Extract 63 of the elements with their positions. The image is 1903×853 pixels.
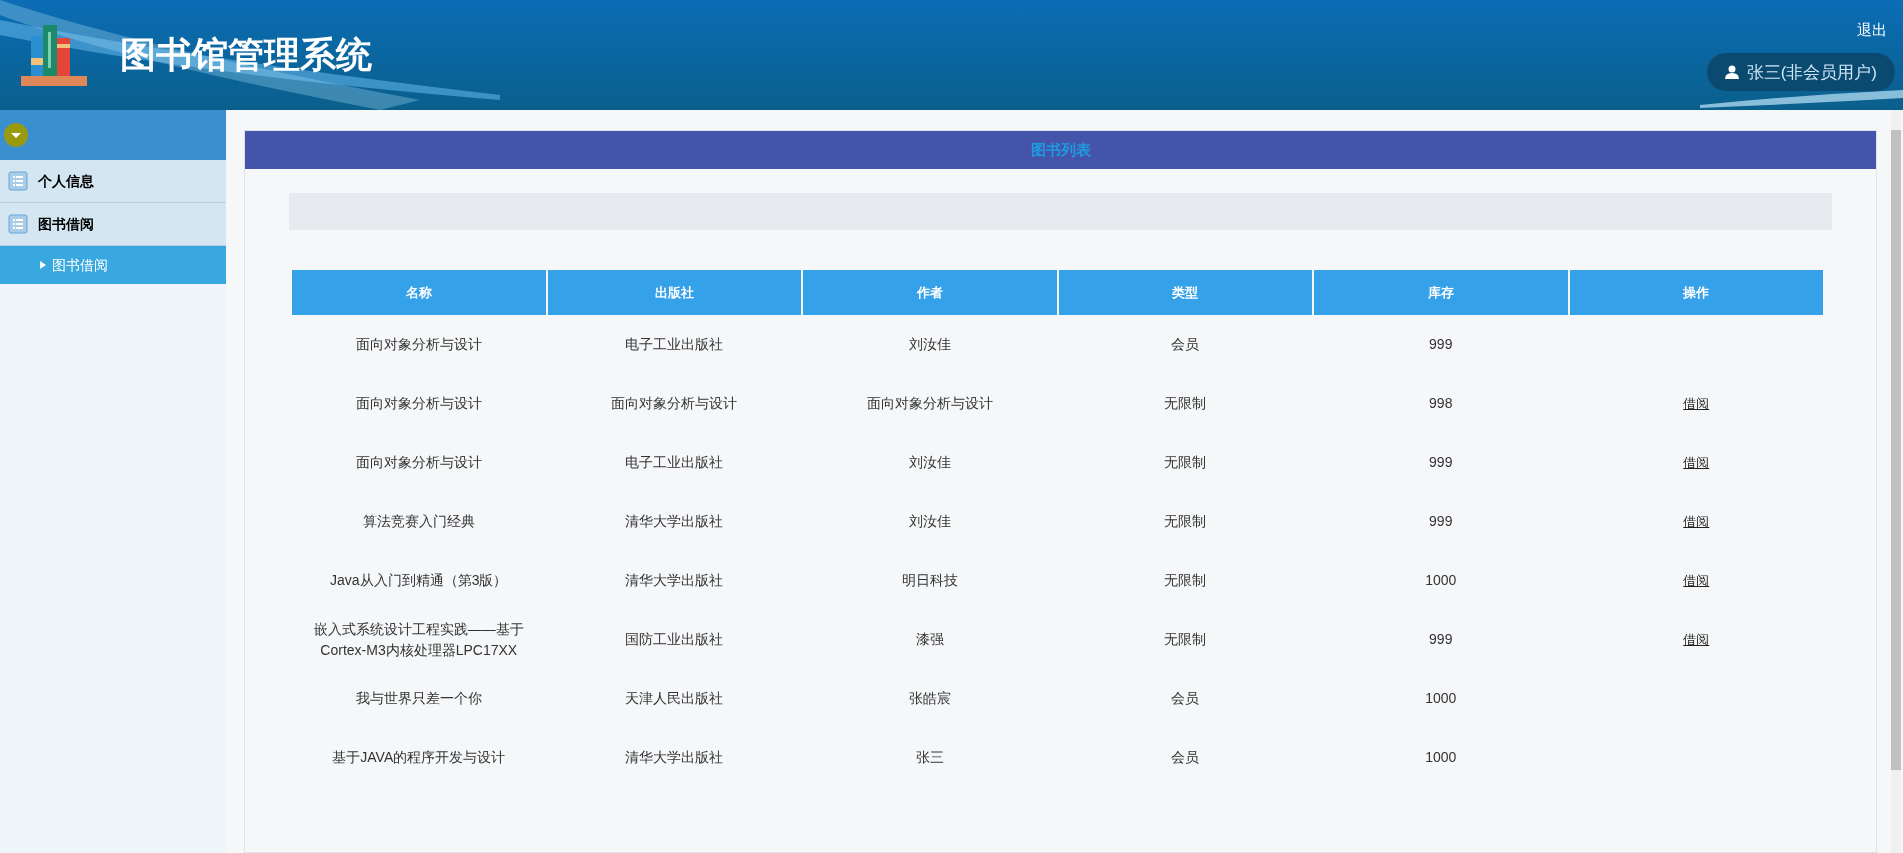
logout-link[interactable]: 退出 bbox=[1857, 18, 1887, 42]
table-cell: 会员 bbox=[1171, 749, 1200, 765]
table-cell: 无限制 bbox=[1164, 572, 1207, 588]
column-header: 名称 bbox=[291, 270, 547, 315]
table-cell: 电子工业出版社 bbox=[625, 336, 724, 352]
collapse-toggle-icon[interactable] bbox=[4, 123, 28, 147]
table-cell: 1000 bbox=[1425, 572, 1457, 588]
table-cell: 面向对象分析与设计 bbox=[355, 395, 482, 411]
table-cell: 我与世界只差一个你 bbox=[355, 690, 482, 706]
list-icon bbox=[8, 171, 28, 191]
table-cell: 会员 bbox=[1171, 336, 1200, 352]
column-header: 类型 bbox=[1057, 270, 1313, 315]
table-cell: 刘汝佳 bbox=[908, 513, 951, 529]
borrow-link[interactable]: 借阅 bbox=[1683, 632, 1710, 647]
table-cell: 无限制 bbox=[1164, 513, 1207, 529]
panel-title: 图书列表 bbox=[1030, 139, 1091, 160]
borrow-link[interactable]: 借阅 bbox=[1683, 455, 1710, 470]
borrow-link[interactable]: 借阅 bbox=[1683, 514, 1710, 529]
table-cell: 明日科技 bbox=[901, 572, 958, 588]
table-cell: Java从入门到精通（第3版） bbox=[330, 572, 508, 588]
table-cell: 面向对象分析与设计 bbox=[355, 454, 482, 470]
table-cell: 面向对象分析与设计 bbox=[611, 395, 738, 411]
borrow-link[interactable]: 借阅 bbox=[1683, 573, 1710, 588]
table-cell: 嵌入式系统设计工程实践——基于Cortex-M3内核处理器LPC17XX bbox=[313, 620, 524, 658]
user-badge[interactable]: 张三(非会员用户) bbox=[1706, 53, 1895, 92]
user-name: 张三(非会员用户) bbox=[1746, 61, 1877, 84]
column-header: 作者 bbox=[802, 270, 1058, 315]
table-cell: 算法竞赛入门经典 bbox=[362, 513, 475, 529]
table-cell: 张皓宸 bbox=[908, 690, 951, 706]
table-cell: 张三 bbox=[915, 749, 944, 765]
table-cell: 999 bbox=[1429, 631, 1453, 647]
table-cell: 电子工业出版社 bbox=[625, 454, 724, 470]
table-cell: 无限制 bbox=[1164, 454, 1207, 470]
table-cell: 999 bbox=[1429, 336, 1453, 352]
app-title: 图书馆管理系统 bbox=[120, 33, 372, 77]
table-cell: 面向对象分析与设计 bbox=[866, 395, 993, 411]
list-icon bbox=[8, 214, 28, 234]
table-cell: 清华大学出版社 bbox=[625, 513, 724, 529]
table-cell: 无限制 bbox=[1164, 631, 1207, 647]
column-header: 库存 bbox=[1313, 270, 1569, 315]
table-cell: 清华大学出版社 bbox=[625, 749, 724, 765]
column-header: 操作 bbox=[1568, 270, 1824, 315]
table-cell: 999 bbox=[1429, 454, 1453, 470]
table-cell: 999 bbox=[1429, 513, 1453, 529]
table-cell: 998 bbox=[1429, 395, 1453, 411]
column-header: 出版社 bbox=[546, 270, 802, 315]
table-cell: 面向对象分析与设计 bbox=[355, 336, 482, 352]
table-cell: 刘汝佳 bbox=[908, 336, 951, 352]
caret-icon bbox=[40, 261, 46, 269]
table-cell: 无限制 bbox=[1164, 395, 1207, 411]
sidebar-item[interactable]: 个人信息 bbox=[0, 160, 226, 203]
table-cell: 清华大学出版社 bbox=[625, 572, 724, 588]
table-cell: 天津人民出版社 bbox=[625, 690, 724, 706]
table-cell: 漆强 bbox=[915, 631, 944, 647]
borrow-link[interactable]: 借阅 bbox=[1683, 396, 1710, 411]
table-cell: 刘汝佳 bbox=[908, 454, 951, 470]
table-cell: 1000 bbox=[1425, 690, 1457, 706]
table-cell: 会员 bbox=[1171, 690, 1200, 706]
sidebar-item[interactable]: 图书借阅 bbox=[0, 203, 226, 246]
table-cell: 国防工业出版社 bbox=[625, 631, 724, 647]
table-cell: 基于JAVA的程序开发与设计 bbox=[332, 749, 506, 765]
table-cell: 1000 bbox=[1425, 749, 1457, 765]
user-icon bbox=[1724, 65, 1739, 80]
